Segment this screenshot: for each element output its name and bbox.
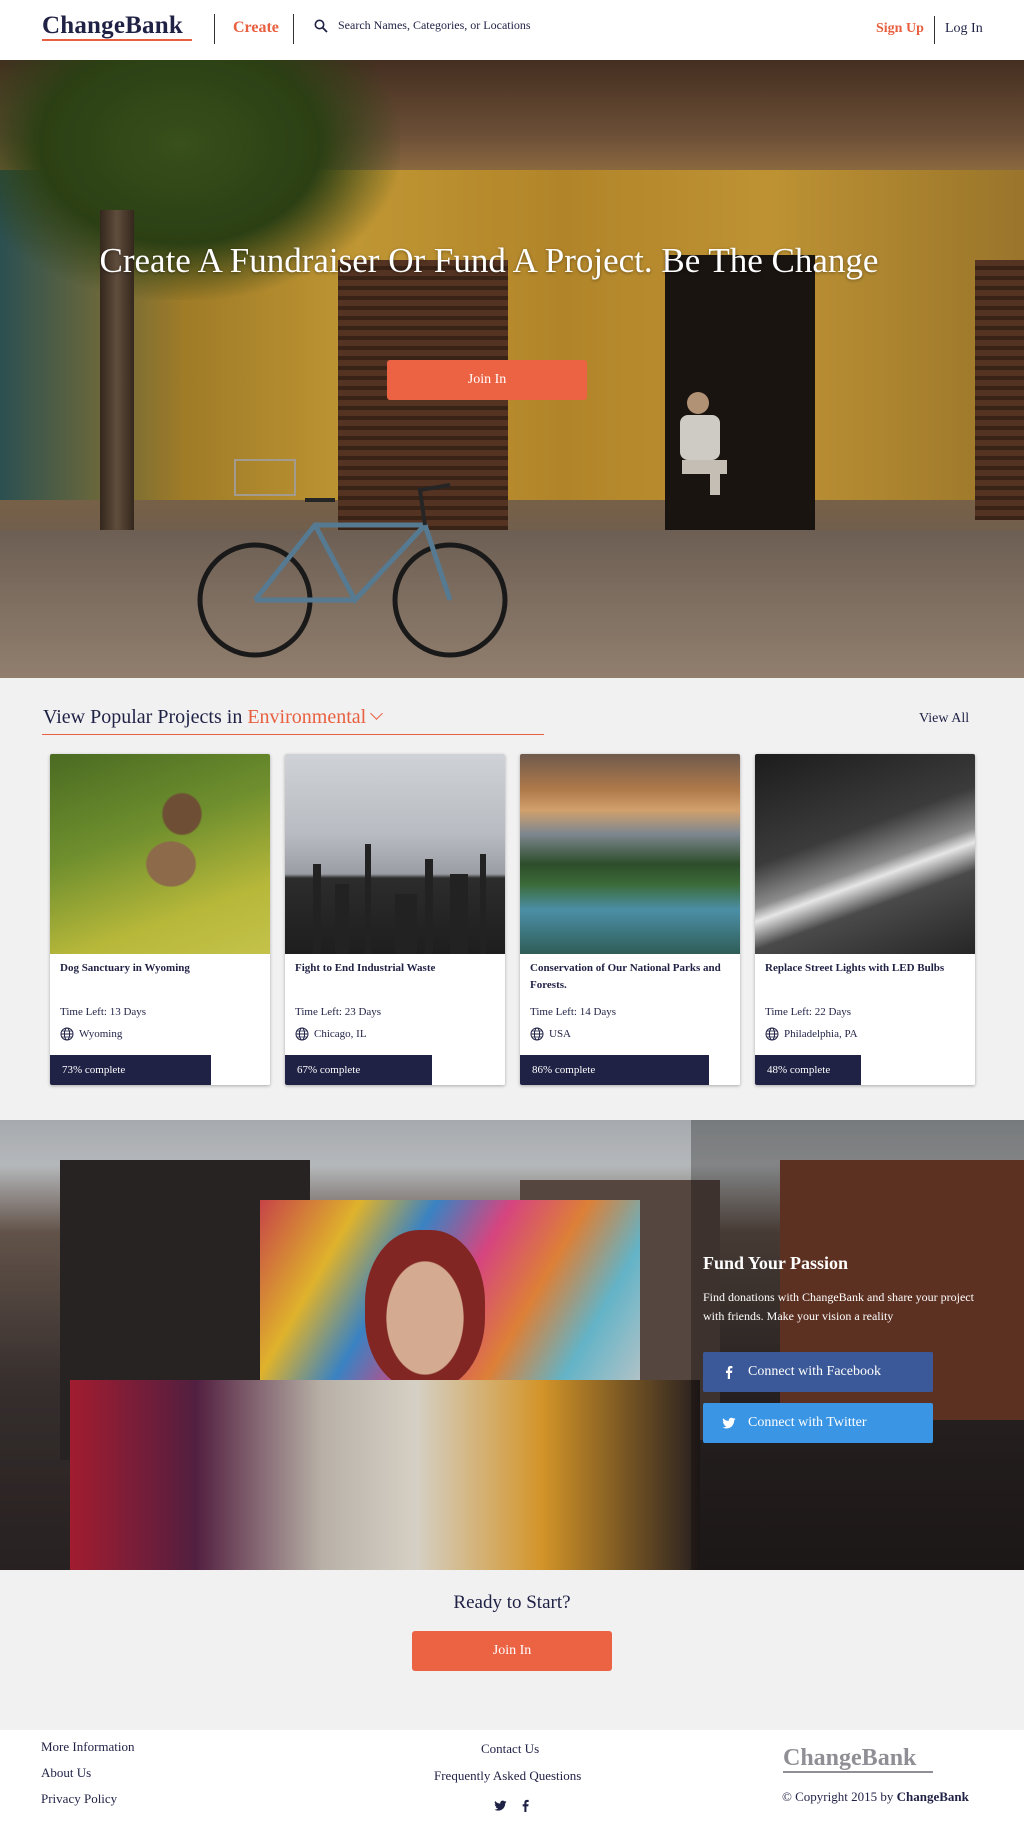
connect-facebook-label[interactable]: Connect with Facebook <box>748 1364 881 1380</box>
log-in-link[interactable]: Log In <box>945 21 983 37</box>
factory-stack <box>335 884 349 954</box>
passion-banner <box>0 1120 1024 1570</box>
progress-label: 67% complete <box>297 1064 361 1076</box>
category-dropdown[interactable]: Environmental <box>247 706 384 728</box>
twitter-icon[interactable] <box>494 1799 507 1812</box>
facebook-icon[interactable] <box>519 1799 532 1812</box>
project-image-dog[interactable] <box>50 754 270 954</box>
progress-bar: 73% complete <box>50 1055 270 1085</box>
project-title[interactable]: Dog Sanctuary in Wyoming <box>60 960 260 977</box>
project-title[interactable]: Conservation of Our National Parks and F… <box>530 960 730 994</box>
project-location-label: USA <box>549 1028 572 1040</box>
project-card[interactable]: Dog Sanctuary in Wyoming Time Left: 13 D… <box>50 754 270 1085</box>
factory-stack <box>450 874 468 954</box>
project-card[interactable]: Replace Street Lights with LED Bulbs Tim… <box>755 754 975 1085</box>
project-location: Philadelphia, PA <box>765 1027 858 1041</box>
sign-up-link[interactable]: Sign Up <box>876 21 924 37</box>
footer-logo[interactable]: ChangeBank <box>783 1745 916 1772</box>
logo-underline <box>42 39 192 41</box>
factory-stack <box>313 864 321 954</box>
twitter-icon <box>722 1417 736 1429</box>
globe-icon <box>295 1027 309 1041</box>
view-all-link[interactable]: View All <box>919 711 969 727</box>
progress-label: 48% complete <box>767 1064 831 1076</box>
passion-title: Fund Your Passion <box>703 1253 849 1273</box>
project-location-label: Philadelphia, PA <box>784 1028 858 1040</box>
factory-stack <box>480 854 486 954</box>
copyright-brand: ChangeBank <box>896 1789 969 1804</box>
project-image-lake[interactable] <box>520 754 740 954</box>
category-label[interactable]: Environmental <box>247 706 366 728</box>
project-time-left: Time Left: 22 Days <box>765 1006 852 1018</box>
search-bar[interactable] <box>314 18 638 33</box>
project-title[interactable]: Fight to End Industrial Waste <box>295 960 495 977</box>
connect-facebook-button[interactable]: Connect with Facebook <box>703 1352 933 1392</box>
project-card[interactable]: Fight to End Industrial Waste Time Left:… <box>285 754 505 1085</box>
project-title[interactable]: Replace Street Lights with LED Bulbs <box>765 960 965 977</box>
search-icon[interactable] <box>314 19 328 33</box>
project-time-left: Time Left: 13 Days <box>60 1006 147 1018</box>
create-link[interactable]: Create <box>233 19 279 37</box>
projects-heading-label: View Popular Projects in <box>43 706 243 728</box>
project-location-label: Wyoming <box>79 1028 123 1040</box>
about-us-link[interactable]: About Us <box>41 1765 91 1781</box>
connect-twitter-label[interactable]: Connect with Twitter <box>748 1415 867 1431</box>
progress-bar: 48% complete <box>755 1055 975 1085</box>
project-location: USA <box>530 1027 571 1041</box>
project-location: Wyoming <box>60 1027 122 1041</box>
chevron-down-icon[interactable] <box>370 707 384 720</box>
connect-twitter-button[interactable]: Connect with Twitter <box>703 1403 933 1443</box>
project-time-left: Time Left: 23 Days <box>295 1006 382 1018</box>
logo[interactable]: ChangeBank <box>42 12 183 40</box>
footer-social-links <box>494 1799 532 1812</box>
hero-title: Create A Fundraiser Or Fund A Project. B… <box>99 241 879 280</box>
factory-stack <box>395 894 417 954</box>
factory-stack <box>425 859 433 954</box>
ready-join-button[interactable]: Join In <box>412 1631 612 1671</box>
nav-divider <box>214 14 215 44</box>
ready-title: Ready to Start? <box>453 1592 571 1613</box>
progress-bar: 86% complete <box>520 1055 740 1085</box>
globe-icon <box>60 1027 74 1041</box>
top-nav: ChangeBank Create Sign Up Log In <box>0 0 1024 60</box>
project-card[interactable]: Conservation of Our National Parks and F… <box>520 754 740 1085</box>
contact-us-link[interactable]: Contact Us <box>481 1741 539 1757</box>
factory-stack <box>365 844 371 954</box>
projects-heading-underline <box>42 734 544 735</box>
hero-join-button[interactable]: Join In <box>387 360 587 400</box>
project-location: Chicago, IL <box>295 1027 367 1041</box>
search-input[interactable] <box>338 18 638 33</box>
more-information-link[interactable]: More Information <box>41 1739 135 1755</box>
copyright: © Copyright 2015 by ChangeBank <box>782 1789 969 1805</box>
progress-label: 73% complete <box>62 1064 126 1076</box>
passion-panel <box>691 1120 1024 1570</box>
projects-heading: View Popular Projects in Environmental <box>43 706 384 729</box>
copyright-text: © Copyright 2015 by <box>782 1789 894 1804</box>
project-image-street[interactable] <box>755 754 975 954</box>
globe-icon <box>530 1027 544 1041</box>
progress-bar: 67% complete <box>285 1055 505 1085</box>
project-location-label: Chicago, IL <box>314 1028 367 1040</box>
privacy-policy-link[interactable]: Privacy Policy <box>41 1791 117 1807</box>
progress-label: 86% complete <box>532 1064 596 1076</box>
faq-link[interactable]: Frequently Asked Questions <box>434 1768 581 1784</box>
footer-logo-underline <box>783 1771 933 1773</box>
project-time-left: Time Left: 14 Days <box>530 1006 617 1018</box>
nav-divider <box>293 14 294 44</box>
passion-text: Find donations with ChangeBank and share… <box>703 1290 974 1323</box>
project-image-factory[interactable] <box>285 754 505 954</box>
facebook-icon <box>726 1366 733 1379</box>
globe-icon <box>765 1027 779 1041</box>
nav-divider <box>934 16 935 44</box>
